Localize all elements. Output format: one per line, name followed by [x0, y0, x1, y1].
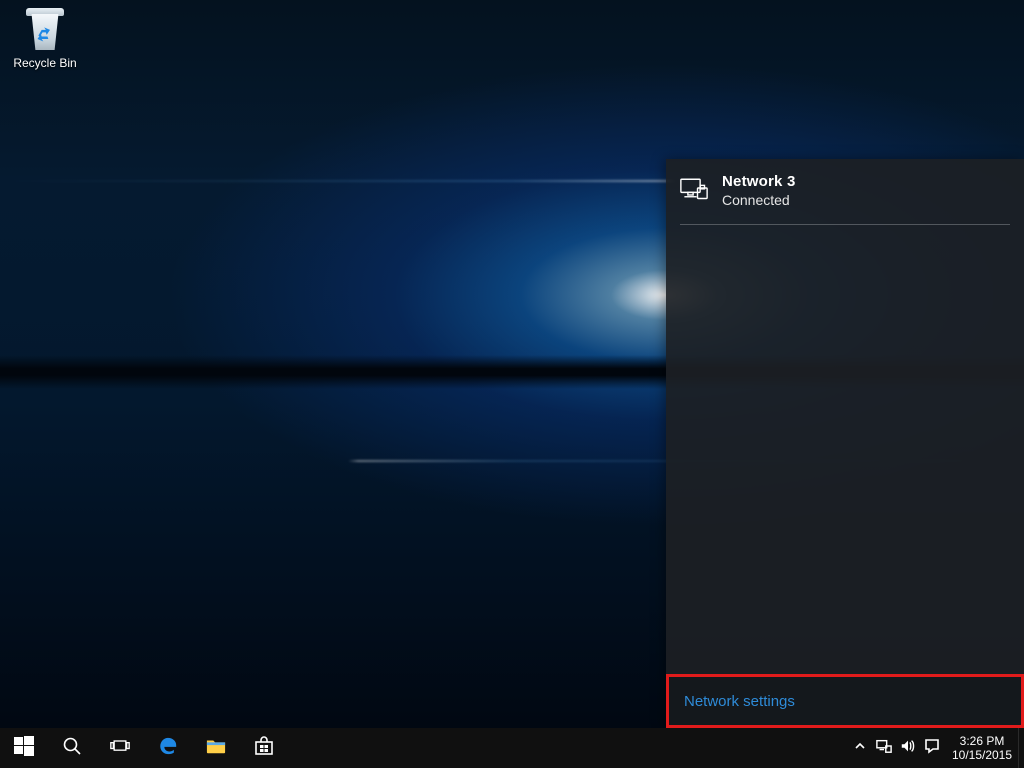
show-hidden-icons[interactable] [848, 728, 872, 768]
network-tray-icon[interactable] [872, 728, 896, 768]
store-app[interactable] [240, 728, 288, 768]
edge-app[interactable] [144, 728, 192, 768]
network-connection-item[interactable]: Network 3 Connected [680, 173, 1010, 225]
clock-date: 10/15/2015 [952, 748, 1012, 762]
network-settings-link[interactable]: Network settings [666, 674, 1024, 728]
ethernet-icon [680, 175, 708, 201]
store-icon [254, 736, 274, 761]
windows-logo-icon [14, 736, 34, 761]
search-button[interactable] [48, 728, 96, 768]
edge-icon [158, 736, 178, 761]
recycle-bin-icon [23, 4, 67, 54]
speaker-icon [900, 738, 916, 759]
action-center-icon [924, 738, 940, 759]
start-button[interactable] [0, 728, 48, 768]
task-view-button[interactable] [96, 728, 144, 768]
taskbar-clock[interactable]: 3:26 PM 10/15/2015 [946, 728, 1018, 768]
taskbar-spacer [288, 728, 846, 768]
ethernet-small-icon [876, 738, 892, 759]
network-flyout-panel: Network 3 Connected Network settings [666, 159, 1024, 728]
file-explorer-app[interactable] [192, 728, 240, 768]
volume-tray-icon[interactable] [896, 728, 920, 768]
search-icon [62, 736, 82, 761]
network-status-label: Connected [722, 192, 796, 208]
taskbar: 3:26 PM 10/15/2015 [0, 728, 1024, 768]
action-center-tray-icon[interactable] [920, 728, 944, 768]
network-settings-label: Network settings [684, 693, 795, 710]
clock-time: 3:26 PM [960, 734, 1005, 748]
task-view-icon [110, 736, 130, 761]
chevron-up-icon [854, 739, 866, 757]
recycle-bin-label: Recycle Bin [6, 56, 84, 70]
file-explorer-icon [206, 736, 226, 761]
system-tray [846, 728, 946, 768]
network-name-label: Network 3 [722, 173, 796, 190]
recycle-bin-desktop-icon[interactable]: Recycle Bin [6, 4, 84, 70]
show-desktop-button[interactable] [1018, 728, 1024, 768]
